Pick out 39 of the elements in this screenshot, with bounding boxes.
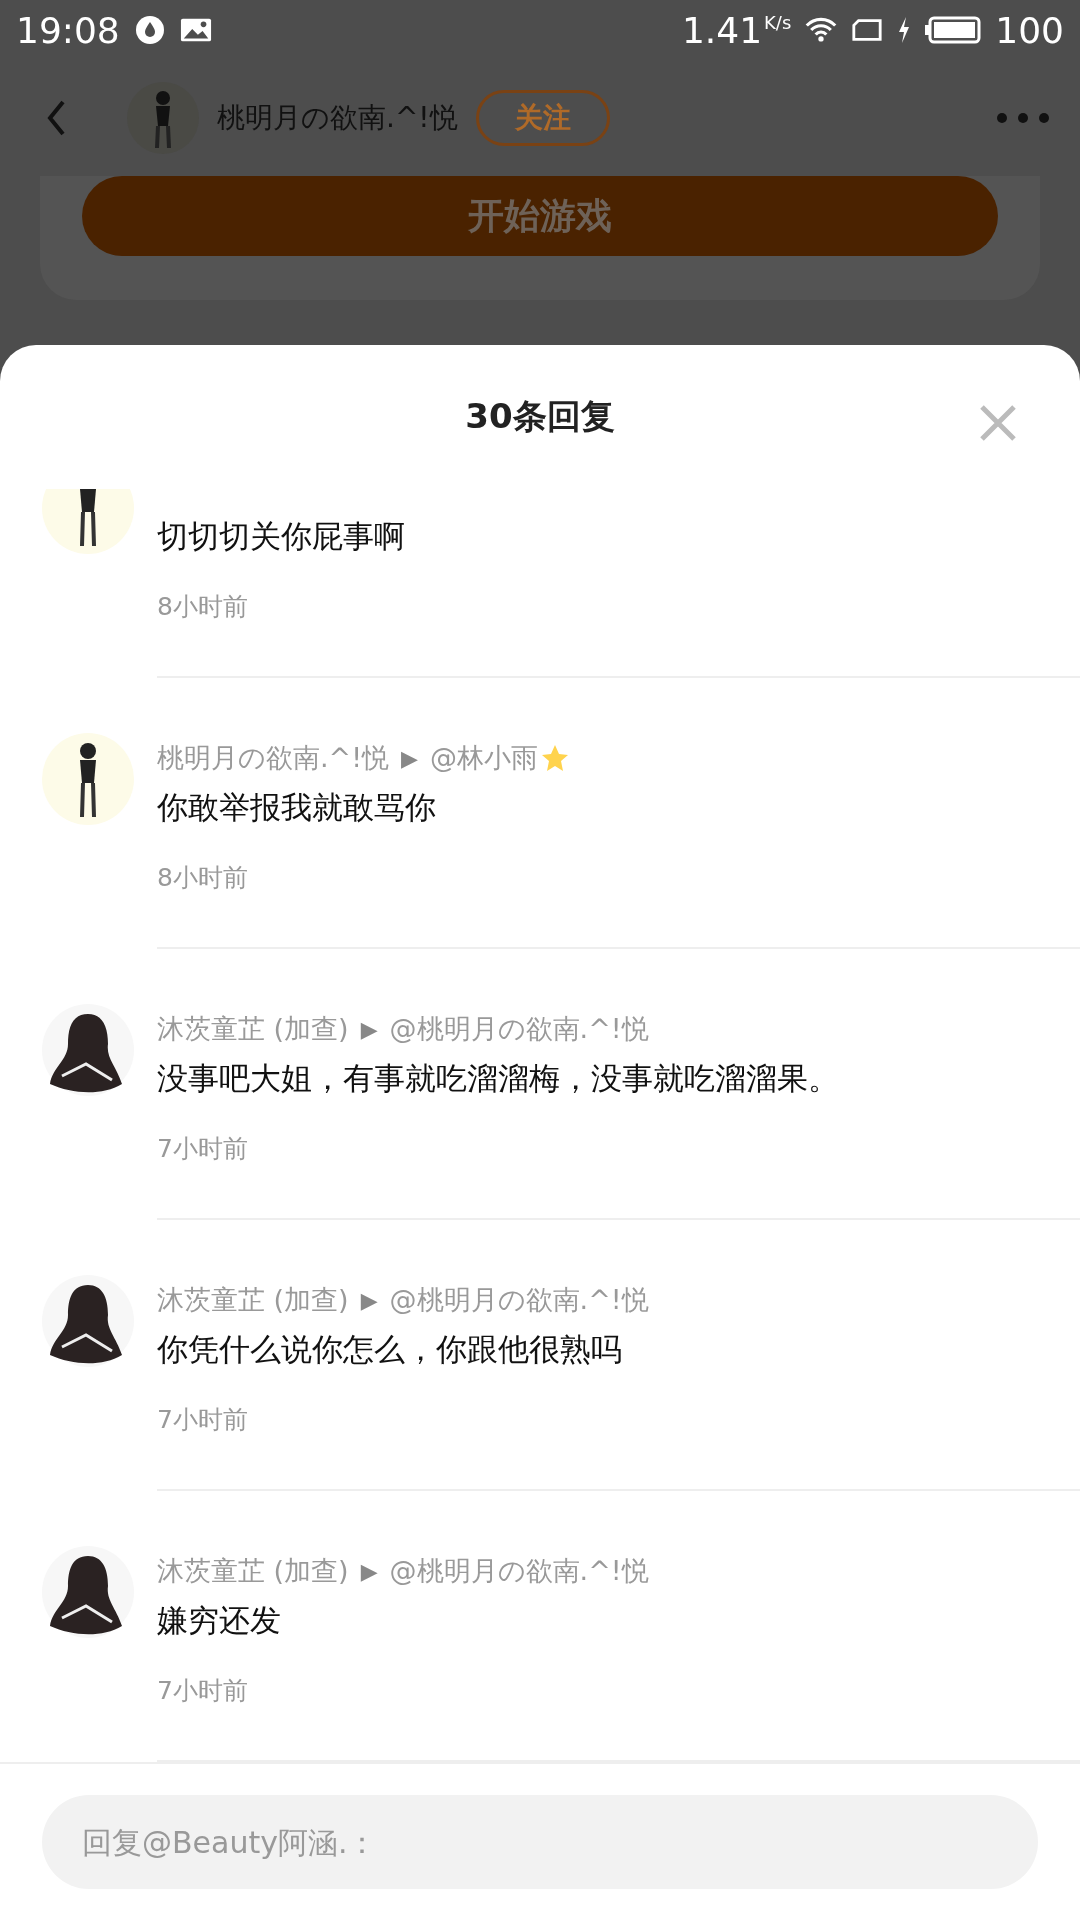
reply-arrow: ▶	[360, 1287, 378, 1313]
network-speed: 1.41	[681, 9, 763, 51]
speed-unit: K/s	[764, 12, 792, 33]
charging-icon	[897, 15, 912, 45]
author-name[interactable]: 沐茨童芷 (加查)	[157, 1553, 349, 1589]
reply-field[interactable]: 回复@Beauty阿涵.：	[42, 1795, 1038, 1889]
hooded-avatar[interactable]	[42, 1275, 134, 1367]
comment-time: 7小时前	[157, 1133, 249, 1165]
author-name[interactable]: 桃明月の欲南.^!悦	[217, 99, 458, 137]
reply-target[interactable]: @桃明月の欲南.^!悦	[389, 1282, 649, 1318]
reply-arrow: ▶	[360, 1016, 378, 1042]
author-name[interactable]: 桃明月の欲南.^!悦	[157, 740, 390, 776]
comment-time: 7小时前	[157, 1675, 249, 1707]
reply-target[interactable]: @桃明月の欲南.^!悦	[389, 1011, 649, 1047]
comment-time: 8小时前	[157, 862, 249, 894]
droplet-icon	[133, 15, 166, 45]
author-name[interactable]: 沐茨童芷 (加查)	[157, 1282, 349, 1318]
reply-arrow: ▶	[401, 745, 418, 771]
comment-text: 嫌穷还发	[157, 1601, 282, 1640]
figure-avatar[interactable]	[42, 733, 134, 825]
start-game-button[interactable]: 开始游戏	[82, 176, 998, 256]
hooded-avatar[interactable]	[42, 1004, 134, 1096]
comment-text: 你凭什么说你怎么，你跟他很熟吗	[157, 1330, 623, 1369]
reply-target[interactable]: @桃明月の欲南.^!悦	[389, 1553, 649, 1589]
follow-button[interactable]: 关注	[475, 90, 610, 146]
reply-target[interactable]: @林小雨	[429, 740, 538, 776]
status-time: 19:08	[16, 9, 120, 51]
hooded-avatar[interactable]	[42, 1546, 134, 1638]
sheet-title: 30条回复	[465, 395, 615, 438]
comment-time: 8小时前	[157, 591, 249, 623]
comment-text: 你敢举报我就敢骂你	[157, 788, 437, 827]
comment-time: 7小时前	[157, 1404, 249, 1436]
reply-arrow: ▶	[360, 1558, 378, 1584]
author-name[interactable]: 沐茨童芷 (加查)	[157, 1011, 349, 1047]
comment-text: 切切切关你屁事啊	[157, 517, 406, 556]
battery-icon	[925, 15, 982, 45]
battery-level: 100	[995, 9, 1064, 51]
comment-text: 没事吧大姐，有事就吃溜溜梅，没事就吃溜溜果。	[157, 1059, 840, 1098]
figure-avatar[interactable]	[42, 489, 134, 554]
